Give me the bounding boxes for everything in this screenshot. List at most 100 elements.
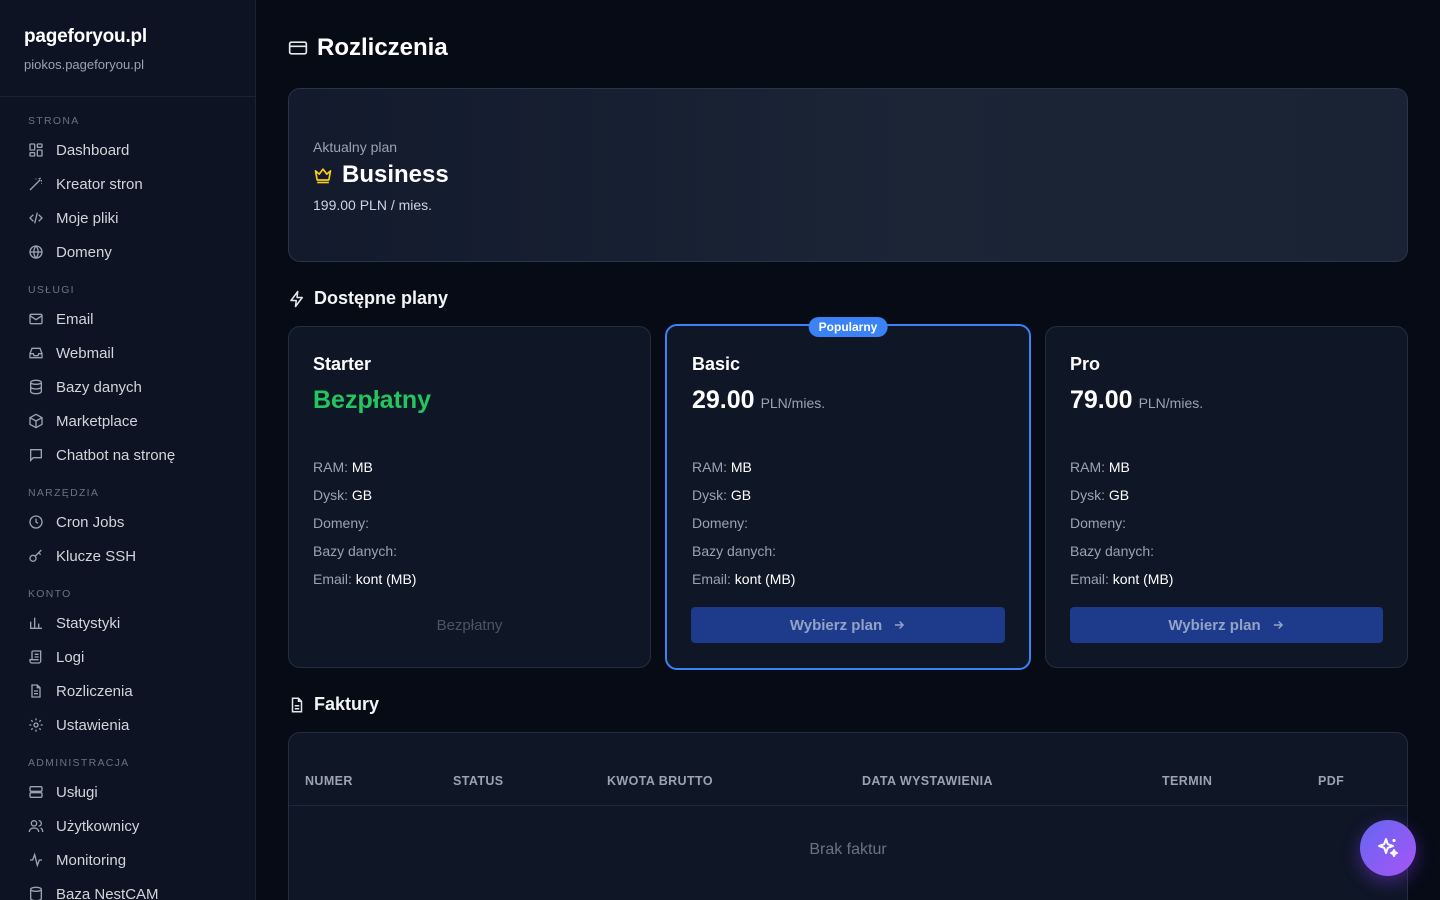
feature-value: MB [730, 459, 752, 475]
zap-icon [288, 290, 306, 308]
sidebar-item-label: Statystyki [56, 614, 121, 632]
brand: pageforyou.pl piokos.pageforyou.pl [0, 0, 255, 97]
sidebar-item-label: Moje pliki [56, 209, 119, 227]
sidebar-item-rozliczenia[interactable]: Rozliczenia [16, 674, 239, 708]
ai-assistant-button[interactable] [1360, 820, 1416, 876]
current-plan-name-text: Business [342, 161, 449, 188]
feature-value: GB [1108, 487, 1130, 503]
bar-chart-icon [28, 615, 44, 631]
sidebar-item-chatbot[interactable]: Chatbot na stronę [16, 438, 239, 472]
plan-features: RAM: MB Dysk: GB Domeny: Bazy danych: Em… [692, 453, 1004, 593]
sidebar-item-label: Kreator stron [56, 175, 143, 193]
plan-name: Basic [692, 354, 741, 374]
sidebar-item-nestcam[interactable]: Baza NestCAM [16, 877, 239, 900]
plan-price: Bezpłatny [313, 386, 626, 418]
sidebar-item-bazy[interactable]: Bazy danych [16, 370, 239, 404]
crown-icon [313, 165, 333, 185]
gear-icon [28, 717, 44, 733]
sidebar-item-label: Bazy danych [56, 378, 142, 396]
feature-value: kont (MB) [734, 571, 796, 587]
column-header-status[interactable]: STATUS [437, 774, 591, 788]
column-header-kwota[interactable]: KWOTA BRUTTO [591, 774, 846, 788]
feature-label: Domeny: [1070, 515, 1127, 531]
sidebar-item-webmail[interactable]: Webmail [16, 336, 239, 370]
sidebar-item-cron[interactable]: Cron Jobs [16, 505, 239, 539]
sidebar-item-label: Cron Jobs [56, 513, 125, 531]
feature-value: kont (MB) [1112, 571, 1174, 587]
sidebar-item-email[interactable]: Email [16, 302, 239, 336]
clock-icon [28, 514, 44, 530]
feature-value: GB [351, 487, 373, 503]
choose-plan-button[interactable]: Wybierz plan [691, 607, 1005, 643]
nav-section-administracja: ADMINISTRACJA [28, 757, 130, 769]
sidebar-item-uslugi[interactable]: Usługi [16, 775, 239, 809]
nav-section-konto: KONTO [28, 588, 72, 600]
sidebar-item-logi[interactable]: Logi [16, 640, 239, 674]
plan-features: RAM: MB Dysk: GB Domeny: Bazy danych: Em… [1070, 453, 1383, 593]
feature-label: Email: [313, 571, 352, 587]
sidebar-item-kreator[interactable]: Kreator stron [16, 167, 239, 201]
sidebar-item-label: Monitoring [56, 851, 127, 869]
column-header-pdf[interactable]: PDF [1302, 774, 1402, 788]
sidebar-item-label: Logi [56, 648, 85, 666]
file-icon [288, 696, 306, 714]
sidebar-nav: STRONA Dashboard Kreator stron Moje plik… [0, 97, 255, 900]
package-icon [28, 413, 44, 429]
sidebar-item-uzytkownicy[interactable]: Użytkownicy [16, 809, 239, 843]
plans-grid: Starter Bezpłatny RAM: MB Dysk: GB Domen… [288, 317, 1408, 670]
plan-features: RAM: MB Dysk: GB Domeny: Bazy danych: Em… [313, 453, 626, 593]
plan-card-pro: Pro 79.00 PLN/mies. RAM: MB Dysk: GB Dom… [1045, 326, 1408, 668]
brand-title[interactable]: pageforyou.pl [24, 26, 231, 48]
database-icon [28, 886, 44, 900]
plans-section-title-text: Dostępne plany [314, 288, 449, 308]
feature-value: MB [351, 459, 373, 475]
activity-icon [28, 852, 44, 868]
column-header-numer[interactable]: NUMER [289, 774, 437, 788]
plan-name: Pro [1070, 354, 1101, 374]
feature-ram: RAM: MB [1070, 453, 1383, 481]
wand-icon [28, 176, 44, 192]
table-header: NUMER STATUS KWOTA BRUTTO DATA WYSTAWIEN… [289, 733, 1407, 806]
invoices-section-title-text: Faktury [314, 694, 380, 714]
plan-free-button: Bezpłatny [436, 616, 503, 634]
sidebar-item-label: Email [56, 310, 94, 328]
current-plan-label: Aktualny plan [313, 139, 398, 155]
feature-disk: Dysk: GB [692, 481, 1004, 509]
plan-price: 29.00 PLN/mies. [692, 386, 1004, 418]
file-text-icon [28, 683, 44, 699]
sidebar-item-label: Chatbot na stronę [56, 446, 176, 464]
brand-subtitle: piokos.pageforyou.pl [24, 57, 144, 72]
column-header-termin[interactable]: TERMIN [1146, 774, 1302, 788]
invoices-table: NUMER STATUS KWOTA BRUTTO DATA WYSTAWIEN… [288, 732, 1408, 900]
column-header-data[interactable]: DATA WYSTAWIENIA [846, 774, 1146, 788]
plans-section-title: Dostępne plany [288, 288, 448, 309]
choose-plan-button[interactable]: Wybierz plan [1070, 607, 1383, 643]
feature-label: RAM: [692, 459, 727, 475]
sidebar: pageforyou.pl piokos.pageforyou.pl STRON… [0, 0, 256, 900]
choose-plan-label: Wybierz plan [1168, 616, 1261, 634]
sidebar-item-ustawienia[interactable]: Ustawienia [16, 708, 239, 742]
sidebar-item-pliki[interactable]: Moje pliki [16, 201, 239, 235]
feature-databases: Bazy danych: [313, 537, 626, 565]
plan-price-value: Bezpłatny [313, 386, 432, 414]
feature-domains: Domeny: [1070, 509, 1383, 537]
feature-label: Bazy danych: [313, 543, 398, 559]
code-icon [28, 210, 44, 226]
sidebar-item-label: Webmail [56, 344, 115, 362]
choose-plan-label: Wybierz plan [789, 616, 883, 634]
sidebar-item-label: Usługi [56, 783, 98, 801]
mail-icon [28, 311, 44, 327]
sidebar-item-statystyki[interactable]: Statystyki [16, 606, 239, 640]
plan-price-unit: PLN/mies. [1138, 395, 1204, 411]
sidebar-item-ssh[interactable]: Klucze SSH [16, 539, 239, 573]
sidebar-item-monitoring[interactable]: Monitoring [16, 843, 239, 877]
sidebar-item-label: Rozliczenia [56, 682, 133, 700]
inbox-icon [28, 345, 44, 361]
plan-price: 79.00 PLN/mies. [1070, 386, 1383, 418]
sidebar-item-domeny[interactable]: Domeny [16, 235, 239, 269]
sidebar-item-dashboard[interactable]: Dashboard [16, 133, 239, 167]
main-content: Rozliczenia Aktualny plan Business 199.0… [288, 0, 1408, 900]
sidebar-item-marketplace[interactable]: Marketplace [16, 404, 239, 438]
sidebar-item-label: Ustawienia [56, 716, 130, 734]
page-title: Rozliczenia [288, 0, 1408, 96]
